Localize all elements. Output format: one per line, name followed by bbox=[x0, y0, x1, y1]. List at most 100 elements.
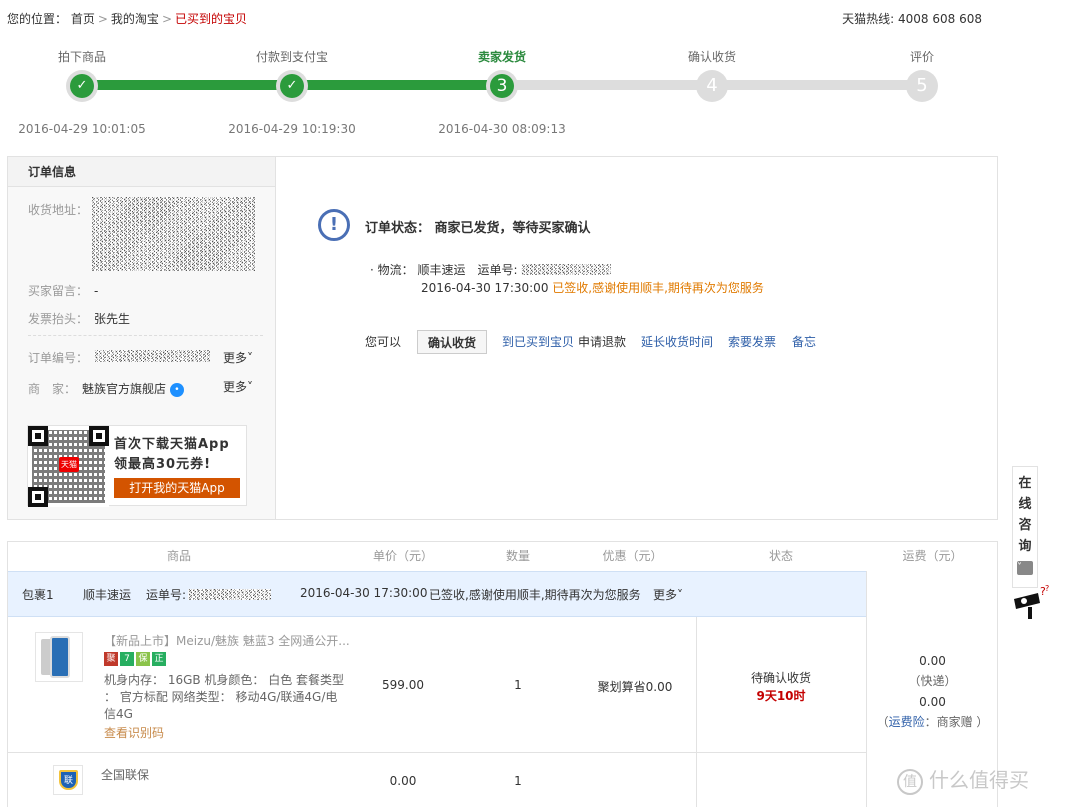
breadcrumb-sep: > bbox=[97, 12, 108, 26]
to-bought-link[interactable]: 到已买到宝贝 bbox=[502, 330, 574, 354]
svg-text:?: ? bbox=[1045, 585, 1049, 593]
order-items-table: 商品 单价（元） 数量 优惠（元） 状态 运费（元） 包裹1 顺丰速运 运单号:… bbox=[7, 541, 998, 807]
address-label: 收货地址： bbox=[28, 203, 89, 217]
step-number-3: 3 bbox=[490, 74, 514, 98]
divider bbox=[28, 335, 263, 336]
request-invoice-link[interactable]: 索要发票 bbox=[728, 330, 776, 354]
confirm-receipt-button[interactable]: 确认收货 bbox=[417, 330, 487, 354]
item1-countdown: 9天10时 bbox=[756, 689, 806, 703]
col-header-shipping: 运费（元） bbox=[902, 549, 963, 563]
genuine-icon[interactable]: 正 bbox=[152, 652, 166, 666]
warranty-shield-icon: 联 bbox=[53, 765, 83, 795]
step-circle-2: ✓ bbox=[276, 70, 308, 102]
logistics-line: · 物流： 顺丰速运 运单号: bbox=[370, 261, 612, 278]
breadcrumb-my-taobao[interactable]: 我的淘宝 bbox=[111, 12, 159, 26]
consult-char-2: 线 bbox=[1018, 497, 1032, 512]
order-info-box: 订单信息 收货地址： 买家留言： - 发票抬头： 张先生 订单编号： 更多˅ 商 家… bbox=[7, 156, 998, 520]
warranty-icon[interactable]: 保 bbox=[136, 652, 150, 666]
col-header-price: 单价（元） bbox=[372, 549, 433, 563]
insurance-link[interactable]: 运费险 bbox=[889, 715, 925, 729]
shop-more-link[interactable]: 更多˅ bbox=[223, 378, 253, 395]
actions-prefix: 您可以 bbox=[365, 335, 402, 349]
step-time-1: 2016-04-29 10:01:05 bbox=[18, 122, 146, 136]
invoice-label: 发票抬头： bbox=[28, 312, 89, 326]
check-icon: ✓ bbox=[70, 74, 94, 98]
memo-link[interactable]: 备忘 bbox=[792, 330, 816, 354]
watermark-text: 什么值得买 bbox=[929, 768, 1029, 792]
qr-code-icon: 天猫 bbox=[28, 426, 109, 507]
order-progress: 拍下商品 付款到支付宝 卖家发货 确认收货 评价 ✓ ✓ 3 4 5 2016-… bbox=[0, 48, 1000, 148]
tmall-badge: 天猫 bbox=[59, 457, 79, 472]
tracking-redacted bbox=[521, 264, 612, 275]
watermark: 值什么值得买 bbox=[897, 764, 1029, 795]
col-header-status: 状态 bbox=[768, 549, 793, 563]
juhuasuan-icon[interactable]: 聚 bbox=[104, 652, 118, 666]
order-info-panel: 订单信息 收货地址： 买家留言： - 发票抬头： 张先生 订单编号： 更多˅ 商 家… bbox=[8, 157, 276, 519]
tmall-mascot-icon[interactable]: ? ? bbox=[1012, 585, 1052, 621]
step-label-1: 拍下商品 bbox=[57, 50, 106, 64]
extend-receipt-link[interactable]: 延长收货时间 bbox=[641, 330, 713, 354]
invoice-value: 张先生 bbox=[94, 312, 131, 326]
product-title[interactable]: 【新品上市】Meizu/魅族 魅蓝3 全网通公开... bbox=[104, 632, 350, 649]
check-serial-link[interactable]: 查看识别码 bbox=[104, 724, 164, 741]
step-time-2: 2016-04-29 10:19:30 bbox=[228, 122, 356, 136]
breadcrumb-home[interactable]: 首页 bbox=[71, 12, 95, 26]
smzdm-logo-icon: 值 bbox=[897, 768, 923, 795]
consult-char-4: 询 bbox=[1018, 539, 1032, 554]
chevron-down-icon[interactable]: ˅ bbox=[1017, 561, 1033, 575]
message-row: 买家留言： - bbox=[28, 282, 98, 299]
logistics-message: 已签收,感谢使用顺丰,期待再次为您服务 bbox=[552, 281, 764, 295]
promo-line-1: 首次下载天猫App bbox=[114, 437, 230, 452]
step-circle-5: 5 bbox=[906, 70, 938, 102]
shop-label: 商 家： bbox=[28, 382, 77, 396]
shop-row: 商 家： 魅族官方旗舰店 • bbox=[28, 380, 184, 397]
package-tracking-label: 运单号: bbox=[146, 588, 187, 602]
package-name: 包裹1 bbox=[22, 588, 54, 602]
open-app-button[interactable]: 打开我的天猫App bbox=[114, 478, 240, 498]
insurance-open: （ bbox=[876, 715, 889, 729]
step-time-3: 2016-04-30 08:09:13 bbox=[438, 122, 566, 136]
info-icon: ! bbox=[318, 209, 350, 241]
product-spec-2: ： 官方标配 网络类型： 移动4G/联通4G/电 bbox=[104, 690, 338, 704]
order-info-title: 订单信息 bbox=[8, 157, 275, 187]
item1-price: 599.00 bbox=[382, 678, 424, 692]
item1-discount: 聚划算省0.00 bbox=[597, 680, 673, 694]
step-label-5: 评价 bbox=[909, 50, 934, 64]
step-circle-3: 3 bbox=[486, 70, 518, 102]
breadcrumb-current: 已买到的宝贝 bbox=[175, 12, 248, 26]
product-spec-3: 信4G bbox=[104, 707, 133, 721]
logistics-detail: 2016-04-30 17:30:00 已签收,感谢使用顺丰,期待再次为您服务 bbox=[421, 279, 764, 296]
item2-qty: 1 bbox=[514, 774, 522, 788]
item1-qty: 1 bbox=[514, 678, 522, 692]
promo-line-2: 领最高30元券! bbox=[114, 457, 212, 472]
order-no-redacted bbox=[94, 350, 210, 362]
check-icon: ✓ bbox=[280, 74, 304, 98]
insurance-row: （运费险：商家赠 ） bbox=[866, 713, 999, 730]
order-no-label: 订单编号： bbox=[28, 351, 89, 365]
seven-day-return-icon[interactable]: 7 bbox=[120, 652, 134, 666]
package-carrier: 顺丰速运 bbox=[83, 588, 132, 602]
online-consult-button[interactable]: 在 线 咨 询 ˅ bbox=[1012, 466, 1038, 588]
shop-value[interactable]: 魅族官方旗舰店 bbox=[82, 382, 166, 396]
step-circle-1: ✓ bbox=[66, 70, 98, 102]
col-header-item: 商品 bbox=[166, 549, 191, 563]
refund-link[interactable]: 申请退款 bbox=[578, 330, 626, 354]
app-promo-card[interactable]: 天猫 首次下载天猫App 领最高30元券! 打开我的天猫App bbox=[27, 425, 247, 507]
invoice-row: 发票抬头： 张先生 bbox=[28, 310, 130, 327]
address-redacted bbox=[91, 197, 256, 271]
product-image[interactable] bbox=[35, 632, 83, 682]
logistics-time: 2016-04-30 17:30:00 bbox=[421, 281, 549, 295]
package-more-link[interactable]: 更多˅ bbox=[653, 586, 683, 603]
divider bbox=[696, 617, 697, 807]
package-tracking-redacted bbox=[188, 589, 271, 600]
insurance-rest: ：商家赠 ） bbox=[924, 715, 989, 729]
divider bbox=[8, 752, 866, 753]
chat-icon[interactable]: • bbox=[169, 382, 184, 397]
order-more-link[interactable]: 更多˅ bbox=[223, 349, 253, 366]
item2-title[interactable]: 全国联保 bbox=[101, 766, 149, 783]
divider bbox=[866, 571, 867, 807]
message-label: 买家留言： bbox=[28, 284, 89, 298]
logistics-prefix: · 物流： 顺丰速运 运单号: bbox=[370, 263, 518, 277]
step-label-2: 付款到支付宝 bbox=[255, 50, 328, 64]
message-value: - bbox=[94, 284, 99, 298]
